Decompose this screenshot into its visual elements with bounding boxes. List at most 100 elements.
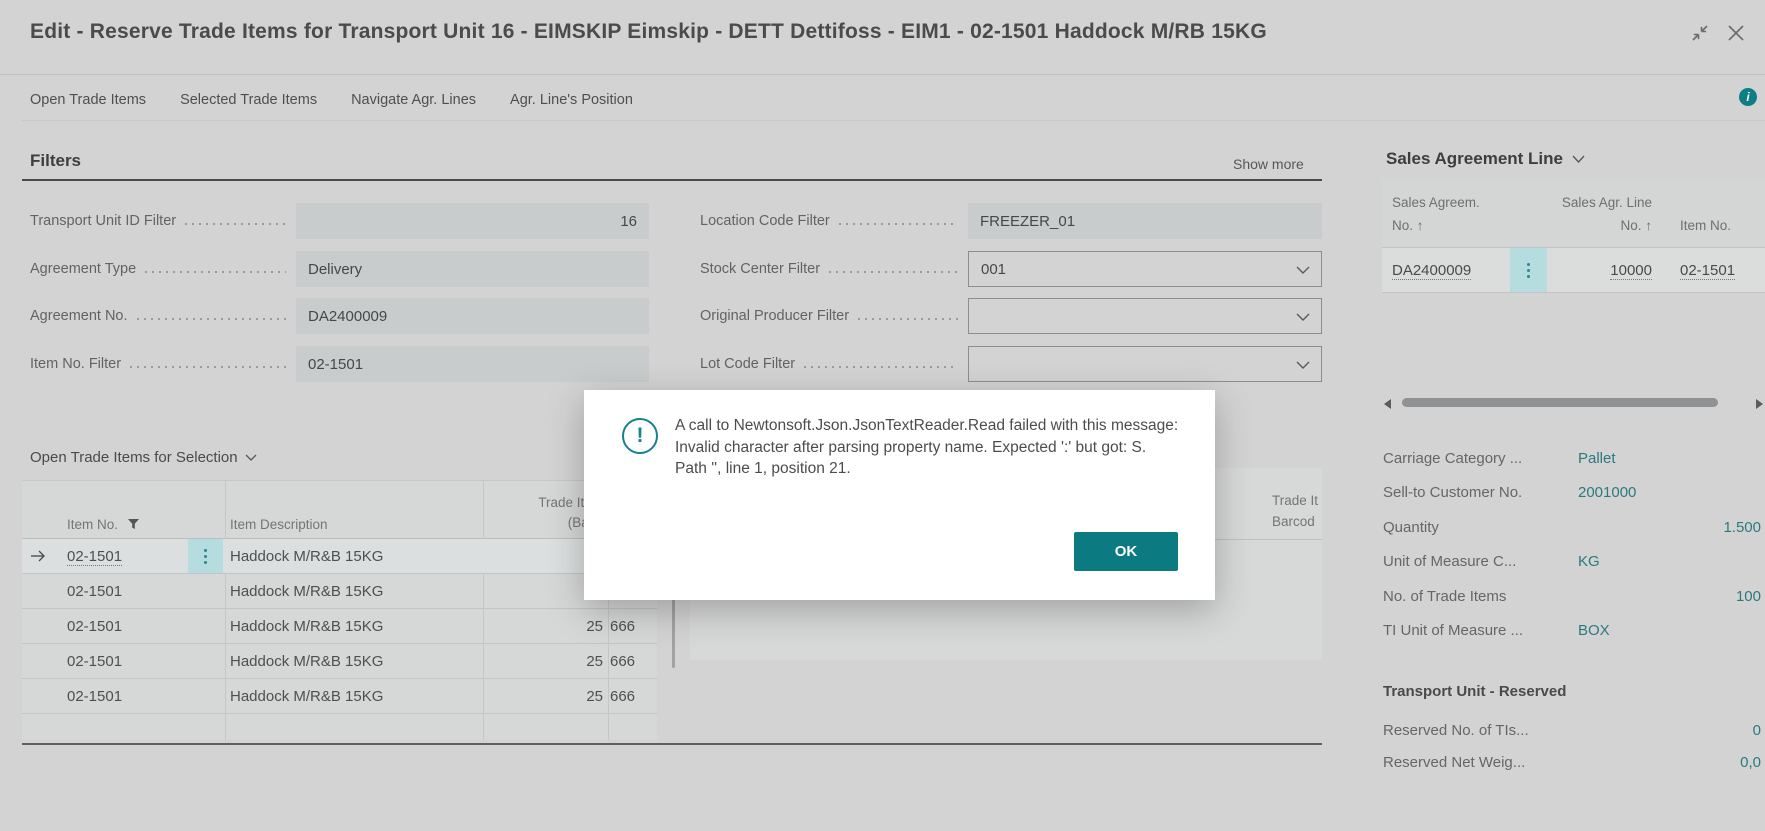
item-description-cell: Haddock M/R&B 15KG — [230, 609, 383, 644]
menu-item-agr-lines-position[interactable]: Agr. Line's Position — [510, 92, 633, 108]
sidebar-fields: Carriage Category ... Pallet Sell-to Cus… — [1383, 441, 1763, 648]
action-bar: Open Trade Items Selected Trade Items Na… — [30, 92, 633, 108]
item-no-link[interactable]: 02-1501 — [1680, 262, 1735, 280]
close-icon[interactable] — [1725, 22, 1747, 44]
field-sell-to-customer-no: Sell-to Customer No. 2001000 — [1383, 476, 1763, 511]
field-label-location-code-filter: Location Code Filter — [700, 203, 968, 239]
barcode-cell: 666 — [610, 679, 657, 714]
carriage-category-value[interactable]: Pallet — [1578, 450, 1616, 467]
table-row[interactable]: 02-1501 Haddock M/R&B 15KG 25 666 — [22, 679, 657, 714]
item-no-cell: 02-1501 — [67, 609, 122, 644]
item-description-cell: Haddock M/R&B 15KG — [230, 574, 383, 609]
field-carriage-category: Carriage Category ... Pallet — [1383, 441, 1763, 476]
agreement-type-field[interactable]: Delivery — [296, 251, 649, 287]
agreement-no-link[interactable]: DA2400009 — [1392, 262, 1471, 280]
location-code-filter-field[interactable]: FREEZER_01 — [968, 203, 1322, 239]
original-producer-filter-dropdown[interactable] — [968, 298, 1322, 334]
table-header-row: Sales Agreem. No. ↑ Sales Agr. Line No. … — [1382, 180, 1765, 248]
chevron-down-icon — [1296, 361, 1310, 369]
stock-center-filter-dropdown[interactable]: 001 — [968, 251, 1322, 287]
item-no-link[interactable]: 02-1501 — [67, 548, 122, 566]
field-no-of-trade-items: No. of Trade Items 100 — [1383, 579, 1763, 614]
sell-to-customer-no-value[interactable]: 2001000 — [1578, 484, 1636, 501]
info-icon[interactable]: i — [1739, 88, 1757, 106]
chevron-down-icon — [245, 454, 257, 461]
field-label-agreement-no: Agreement No. — [30, 298, 296, 334]
item-description-cell: Haddock M/R&B 15KG — [230, 539, 383, 574]
field-label-item-no-filter: Item No. Filter — [30, 346, 296, 382]
item-no-filter-field[interactable]: 02-1501 — [296, 346, 649, 382]
error-message: A call to Newtonsoft.Json.JsonTextReader… — [675, 415, 1180, 480]
row-ellipsis-menu-icon[interactable] — [188, 539, 223, 573]
scroll-right-icon[interactable] — [1756, 399, 1763, 409]
unit-of-measure-value[interactable]: KG — [1578, 553, 1600, 570]
field-ti-unit-of-measure: TI Unit of Measure ... BOX — [1383, 614, 1763, 649]
menu-item-open-trade-items[interactable]: Open Trade Items — [30, 92, 146, 108]
column-header-sales-agreement-no[interactable]: Sales Agreem. No. ↑ — [1392, 191, 1480, 237]
lot-code-filter-dropdown[interactable] — [968, 346, 1322, 382]
column-header-sales-agr-line-no[interactable]: Sales Agr. Line No. ↑ — [1562, 191, 1652, 237]
sidebar-horizontal-scrollbar[interactable] — [1382, 396, 1765, 410]
line-no-link[interactable]: 10000 — [1610, 262, 1652, 280]
table-row[interactable]: 02-1501 Haddock M/R&B 15KG 25 666 — [22, 539, 657, 574]
trade-item-qty-cell: 25 — [452, 609, 603, 644]
table-row[interactable]: DA2400009 10000 02-1501 — [1382, 248, 1765, 293]
chevron-down-icon — [1296, 266, 1310, 274]
field-label-stock-center-filter: Stock Center Filter — [700, 251, 968, 287]
item-description-cell: Haddock M/R&B 15KG — [230, 679, 383, 714]
column-header-trade-item-qty[interactable]: Trade Item (Base — [452, 493, 603, 533]
sales-agreement-line-heading[interactable]: Sales Agreement Line — [1386, 149, 1585, 169]
field-reserved-net-weight: Reserved Net Weig... 0,0 — [1383, 746, 1763, 778]
column-header-trade-item-barcode[interactable]: Trade It Barcod — [1272, 490, 1318, 532]
ok-button[interactable]: OK — [1074, 532, 1178, 571]
transport-unit-id-filter-field[interactable]: 16 — [296, 203, 649, 239]
ti-unit-of-measure-value[interactable]: BOX — [1578, 622, 1610, 639]
field-label-transport-unit-id-filter: Transport Unit ID Filter — [30, 203, 296, 239]
transport-unit-reserved-heading: Transport Unit - Reserved — [1383, 683, 1566, 700]
menu-divider — [22, 120, 1765, 121]
table-row[interactable]: 02-1501 Haddock M/R&B 15KG 25 666 — [22, 644, 657, 679]
trade-item-qty-cell: 25 — [452, 644, 603, 679]
grid-header-row: Item No. Item Description Trade Item (Ba… — [22, 481, 657, 539]
title-divider — [0, 74, 1765, 75]
trade-item-qty-cell: 25 — [452, 679, 603, 714]
field-label-original-producer-filter: Original Producer Filter — [700, 298, 968, 334]
scrollbar-thumb[interactable] — [1402, 398, 1718, 407]
trade-item-qty-cell: 25 — [452, 574, 603, 609]
error-dialog: ! A call to Newtonsoft.Json.JsonTextRead… — [584, 390, 1215, 600]
chevron-down-icon — [1572, 155, 1585, 163]
alert-icon: ! — [622, 418, 658, 454]
reserved-no-of-tis-value[interactable]: 0 — [1753, 722, 1761, 739]
field-unit-of-measure: Unit of Measure C... KG — [1383, 545, 1763, 580]
reserved-net-weight-value[interactable]: 0,0 — [1740, 754, 1761, 771]
filters-divider — [22, 179, 1322, 181]
collapse-icon[interactable] — [1689, 22, 1711, 44]
column-header-item-no[interactable]: Item No. — [67, 517, 139, 532]
filter-funnel-icon — [128, 519, 139, 529]
show-more-link[interactable]: Show more — [1233, 156, 1304, 172]
no-of-trade-items-value[interactable]: 100 — [1736, 588, 1761, 605]
sales-agreement-table: Sales Agreem. No. ↑ Sales Agr. Line No. … — [1382, 180, 1765, 293]
page-title: Edit - Reserve Trade Items for Transport… — [30, 20, 1267, 44]
window-controls — [1689, 22, 1747, 44]
quantity-value[interactable]: 1.500 — [1723, 519, 1761, 536]
agreement-no-field[interactable]: DA2400009 — [296, 298, 649, 334]
table-row[interactable]: 02-1501 Haddock M/R&B 15KG 25 666 — [22, 574, 657, 609]
table-row[interactable]: 02-1501 Haddock M/R&B 15KG 25 666 — [22, 609, 657, 644]
reserve-trade-items-page: Edit - Reserve Trade Items for Transport… — [0, 0, 1765, 831]
scroll-left-icon[interactable] — [1384, 399, 1391, 409]
item-description-cell: Haddock M/R&B 15KG — [230, 644, 383, 679]
chevron-down-icon — [1296, 313, 1310, 321]
column-header-item-no[interactable]: Item No. — [1680, 214, 1731, 237]
column-header-item-description[interactable]: Item Description — [230, 517, 328, 532]
barcode-cell: 666 — [610, 644, 657, 679]
item-no-cell: 02-1501 — [67, 644, 122, 679]
field-quantity: Quantity 1.500 — [1383, 510, 1763, 545]
menu-item-navigate-agr-lines[interactable]: Navigate Agr. Lines — [351, 92, 476, 108]
row-ellipsis-menu-icon[interactable] — [1510, 248, 1547, 292]
current-row-arrow-icon — [30, 544, 47, 568]
menu-item-selected-trade-items[interactable]: Selected Trade Items — [180, 92, 317, 108]
trade-items-section-heading[interactable]: Open Trade Items for Selection — [30, 449, 257, 466]
barcode-cell: 666 — [610, 609, 657, 644]
field-reserved-no-of-tis: Reserved No. of TIs... 0 — [1383, 714, 1763, 746]
